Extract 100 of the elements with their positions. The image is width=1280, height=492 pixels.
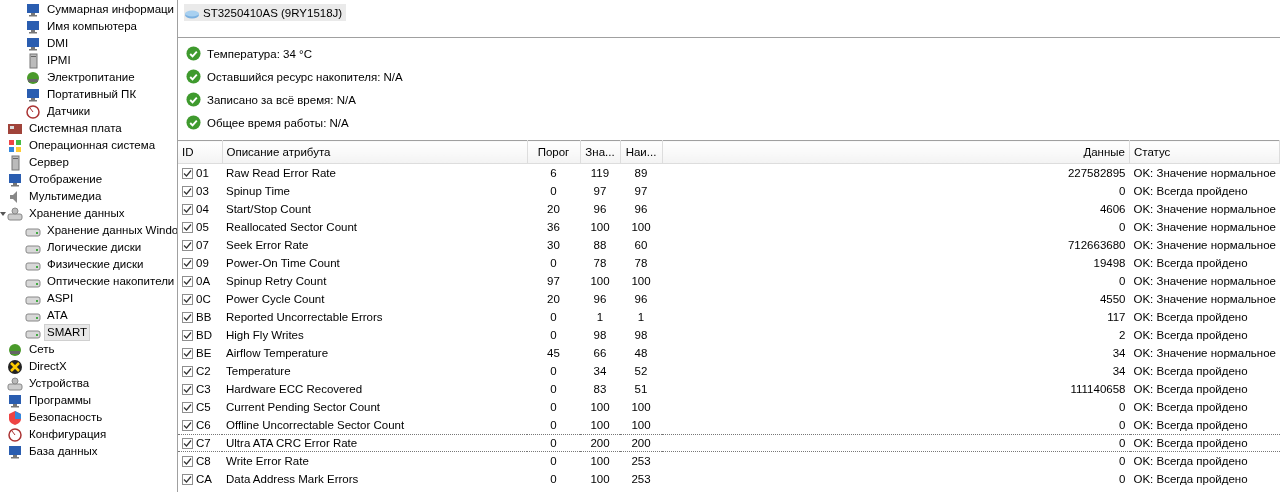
tree-item[interactable]: Электропитание	[44, 69, 138, 86]
checkbox[interactable]	[182, 455, 193, 467]
tree-item[interactable]: Сервер	[26, 154, 72, 171]
tree-item[interactable]: Портативный ПК	[44, 86, 140, 103]
table-cell: 0	[550, 455, 557, 467]
table-cell: Seek Error Rate	[226, 239, 309, 251]
table-cell: 01	[196, 167, 209, 179]
tree-item[interactable]: ASPI	[44, 290, 77, 307]
tree-item[interactable]: Операционная система	[26, 137, 159, 154]
checkbox[interactable]	[182, 257, 193, 269]
tree-item[interactable]: DirectX	[26, 358, 70, 375]
table-cell: OK: Всегда пройдено	[1133, 365, 1248, 377]
table-cell: Temperature	[226, 365, 291, 377]
tree-item[interactable]: Программы	[26, 392, 95, 409]
table-cell: 04	[196, 203, 209, 215]
table-cell: 0	[1119, 221, 1126, 233]
table-cell: 05	[196, 221, 209, 233]
checkbox[interactable]	[182, 383, 193, 395]
checkbox[interactable]	[182, 419, 193, 431]
table-cell: OK: Всегда пройдено	[1133, 257, 1248, 269]
column-header[interactable]: Статус	[1129, 140, 1280, 164]
tree-item[interactable]: Сеть	[26, 341, 58, 358]
tree-item[interactable]: Отображение	[26, 171, 106, 188]
checkbox[interactable]	[182, 293, 193, 305]
table-cell: C3	[196, 383, 211, 395]
table-cell: 97	[547, 275, 560, 287]
table-cell: 78	[593, 257, 607, 269]
tree-item[interactable]: Хранение данных Windo	[44, 222, 177, 239]
checkbox[interactable]	[182, 473, 193, 485]
tree-item[interactable]: Имя компьютера	[44, 18, 140, 35]
tree-item[interactable]: Мультимедиа	[26, 188, 105, 205]
table-cell: 0	[1119, 473, 1126, 485]
table-cell: 96	[593, 293, 607, 305]
tree-item[interactable]: Конфигурация	[26, 426, 110, 443]
checkbox[interactable]	[182, 437, 193, 449]
check-icon	[186, 92, 201, 107]
checkbox[interactable]	[182, 185, 193, 197]
tree-item[interactable]: Суммарная информаци	[44, 1, 177, 18]
expander-icon[interactable]	[0, 209, 6, 218]
table-cell: 52	[634, 365, 648, 377]
gauge-icon	[25, 103, 41, 120]
table-cell: 45	[547, 347, 560, 359]
table-cell: 98	[634, 329, 648, 341]
table-cell: 100	[631, 419, 651, 431]
table-cell: 30	[547, 239, 560, 251]
checkbox[interactable]	[182, 347, 193, 359]
tree-item[interactable]: ATA	[44, 307, 71, 324]
tree-item[interactable]: Физические диски	[44, 256, 147, 273]
table-cell: 0	[1119, 455, 1126, 467]
table-cell: 253	[631, 455, 651, 467]
table-cell: 119	[590, 167, 610, 179]
column-header[interactable]: Данные	[662, 140, 1130, 164]
table-cell: 0	[550, 185, 557, 197]
table-cell: 96	[593, 203, 607, 215]
checkbox[interactable]	[182, 329, 193, 341]
table-cell: 100	[631, 221, 651, 233]
column-header[interactable]: ID	[178, 140, 222, 164]
table-cell: 0	[1119, 419, 1126, 431]
table-cell: 0	[550, 383, 557, 395]
checkbox[interactable]	[182, 239, 193, 251]
table-cell: OK: Всегда пройдено	[1133, 455, 1248, 467]
table-cell: 34	[1112, 347, 1126, 359]
directx-icon	[7, 358, 23, 375]
checkbox[interactable]	[182, 365, 193, 377]
tree-item[interactable]: Оптические накопители	[44, 273, 177, 290]
table-cell: 03	[196, 185, 209, 197]
tree-item[interactable]: IPMI	[44, 52, 74, 69]
tree-item[interactable]: Датчики	[44, 103, 94, 120]
checkbox[interactable]	[182, 401, 193, 413]
checkbox[interactable]	[182, 203, 193, 215]
table-cell: OK: Всегда пройдено	[1133, 419, 1248, 431]
tree-item[interactable]: Устройства	[26, 375, 93, 392]
column-header[interactable]: Описание атрибута	[222, 140, 527, 164]
checkbox[interactable]	[182, 221, 193, 233]
checkbox[interactable]	[182, 275, 193, 287]
tree-item[interactable]: Хранение данных	[26, 205, 128, 222]
table-cell: 1	[596, 311, 604, 323]
table-cell: 96	[634, 293, 648, 305]
computer-icon	[25, 35, 41, 52]
table-cell: 20	[547, 293, 560, 305]
table-cell: OK: Значение нормальное	[1133, 275, 1276, 287]
table-cell: 89	[634, 167, 648, 179]
tree-item[interactable]: База данных	[26, 443, 101, 460]
table-cell: 0A	[196, 275, 211, 287]
table-cell: Raw Read Error Rate	[226, 167, 336, 179]
table-cell: OK: Значение нормальное	[1133, 293, 1276, 305]
device-item[interactable]: ST3250410AS (9RY1518J)	[184, 4, 347, 21]
tree-item[interactable]: Безопасность	[26, 409, 106, 426]
column-header[interactable]: Зна...	[580, 140, 620, 164]
tree-item[interactable]: SMART	[44, 324, 91, 341]
tree-item[interactable]: Логические диски	[44, 239, 145, 256]
shield-icon	[7, 409, 23, 426]
tree-item[interactable]: Системная плата	[26, 120, 125, 137]
checkbox[interactable]	[182, 311, 193, 323]
column-header[interactable]: Наи...	[620, 140, 662, 164]
table-cell: Current Pending Sector Count	[226, 401, 381, 413]
table-cell: 0	[1119, 185, 1126, 197]
column-header[interactable]: Порог	[527, 140, 580, 164]
tree-item[interactable]: DMI	[44, 35, 72, 52]
checkbox[interactable]	[182, 167, 193, 179]
